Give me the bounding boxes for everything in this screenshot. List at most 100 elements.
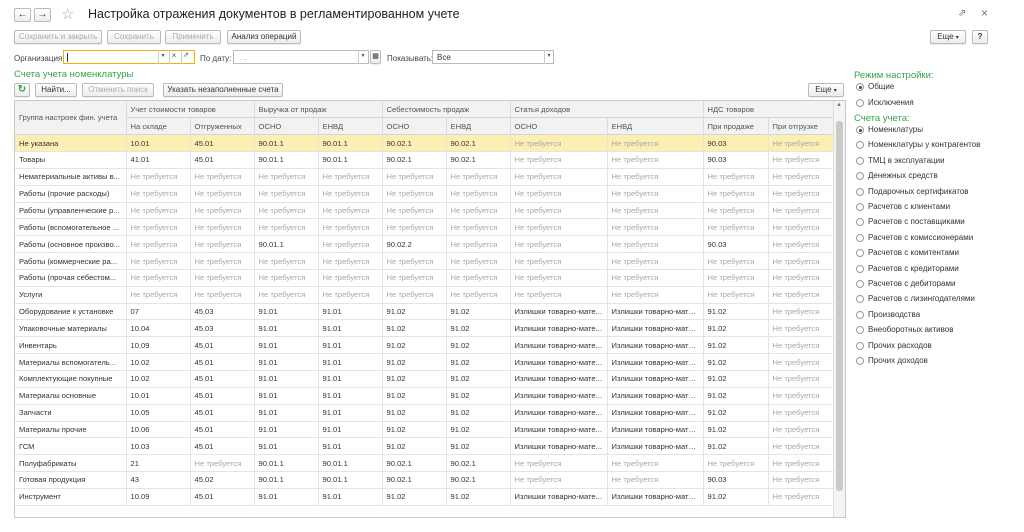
account-cell[interactable]: Не требуется (126, 235, 191, 254)
account-cell[interactable]: Не требуется (768, 134, 835, 153)
accounts-radio[interactable] (856, 264, 864, 273)
table-row[interactable]: ГСМ 10.03 45.01 91.01 91.01 91.02 91.02 Излишки… (15, 437, 835, 456)
account-cell[interactable]: Не требуется (318, 269, 383, 287)
account-cell[interactable]: 45.01 (190, 134, 255, 153)
accounts-radio[interactable] (856, 233, 864, 242)
accounts-option-label[interactable]: Расчетов с дебиторами (868, 279, 955, 288)
table-row[interactable]: Товары 41.01 45.01 90.01.1 90.01.1 90.02.1 90.… (15, 151, 835, 169)
account-cell[interactable]: Не требуется (703, 454, 769, 473)
column-header[interactable]: ЕНВД (607, 117, 704, 136)
account-cell[interactable]: 10.04 (126, 319, 191, 338)
account-cell[interactable]: Излишки товарно-мате... (510, 437, 608, 456)
account-cell[interactable]: Излишки товарно-мате... (607, 336, 704, 355)
account-cell[interactable]: Не требуется (318, 252, 383, 270)
account-cell[interactable]: 91.02 (446, 353, 511, 371)
account-cell[interactable]: Не требуется (446, 252, 511, 270)
account-cell[interactable]: 90.02.1 (446, 471, 511, 489)
account-cell[interactable]: 10.01 (126, 134, 191, 153)
back-button[interactable]: ← (14, 8, 31, 22)
accounts-radio[interactable] (856, 126, 864, 134)
table-row[interactable]: Нематериальные активы в... Не требуется Не… (15, 168, 835, 186)
account-cell[interactable]: 91.02 (703, 387, 769, 405)
account-cell[interactable]: Не требуется (382, 286, 447, 304)
accounts-option-label[interactable]: Номенклатуры (868, 125, 923, 134)
account-cell[interactable]: 45.01 (190, 421, 255, 439)
account-cell[interactable]: 91.01 (318, 387, 383, 405)
account-cell[interactable]: 45.01 (190, 353, 255, 371)
account-cell[interactable]: Не требуется (510, 151, 608, 169)
account-cell[interactable]: 91.02 (446, 488, 511, 506)
account-cell[interactable]: Не требуется (382, 168, 447, 186)
account-cell[interactable]: 45.01 (190, 387, 255, 405)
account-cell[interactable]: 91.01 (318, 421, 383, 439)
account-cell[interactable]: 45.01 (190, 336, 255, 355)
account-cell[interactable]: Не требуется (318, 185, 383, 203)
calendar-icon[interactable]: ▦ (370, 50, 381, 64)
account-cell[interactable]: Не требуется (446, 218, 511, 237)
settings_mode-option-label[interactable]: Исключения (868, 98, 914, 107)
cancel-search-button[interactable]: Отменить поиск (82, 83, 154, 97)
account-cell[interactable]: 90.03 (703, 134, 769, 153)
table-row[interactable]: Работы (управленческие р... Не требуется Н… (15, 202, 835, 220)
account-cell[interactable]: Не требуется (126, 252, 191, 270)
accounts-table[interactable]: Группа настроек фин. учета Учет стоимост… (14, 100, 846, 518)
column-header[interactable]: При отгрузке (768, 117, 835, 136)
account-cell[interactable]: Не требуется (607, 252, 704, 270)
table-row[interactable]: Материалы основные 10.01 45.01 91.01 91.01 91… (15, 387, 835, 405)
group-cell[interactable]: Услуги (15, 286, 127, 304)
table-row[interactable]: Инвентарь 10.09 45.01 91.01 91.01 91.02 91.02 И… (15, 336, 835, 355)
settings_mode-radio[interactable] (856, 98, 864, 107)
account-cell[interactable]: 90.03 (703, 235, 769, 254)
account-cell[interactable]: Не требуется (382, 269, 447, 287)
account-cell[interactable]: 91.02 (382, 387, 447, 405)
account-cell[interactable]: Не требуется (607, 286, 704, 304)
account-cell[interactable]: Не требуется (318, 286, 383, 304)
account-cell[interactable]: Не требуется (510, 471, 608, 489)
account-cell[interactable]: 10.01 (126, 387, 191, 405)
account-cell[interactable]: 91.02 (382, 488, 447, 506)
account-cell[interactable]: Не требуется (607, 151, 704, 169)
account-cell[interactable]: Не требуется (768, 404, 835, 422)
table-row[interactable]: Комплектующие покупные 10.02 45.01 91.01 91.… (15, 370, 835, 388)
scrollbar-thumb[interactable] (836, 121, 843, 491)
scroll-up-icon[interactable]: ▲ (836, 102, 842, 108)
account-cell[interactable]: Не требуется (607, 218, 704, 237)
table-row[interactable]: Не указана 10.01 45.01 90.01.1 90.01.1 90.02.… (15, 134, 835, 153)
account-cell[interactable]: Не требуется (703, 286, 769, 304)
account-cell[interactable]: Не требуется (607, 202, 704, 220)
account-cell[interactable]: Не требуется (190, 218, 255, 237)
account-cell[interactable]: 91.02 (446, 421, 511, 439)
accounts-radio[interactable] (856, 341, 864, 350)
group-cell[interactable]: Готовая продукция (15, 471, 127, 489)
account-cell[interactable]: 91.01 (254, 437, 319, 456)
account-cell[interactable]: 91.01 (254, 370, 319, 388)
account-cell[interactable]: Не требуется (254, 168, 319, 186)
show-unfilled-button[interactable]: Указать незаполненные счета (163, 83, 283, 97)
accounts-radio[interactable] (856, 187, 864, 196)
account-cell[interactable]: Не требуется (382, 202, 447, 220)
account-cell[interactable]: Не требуется (768, 319, 835, 338)
group-cell[interactable]: Не указана (15, 134, 127, 153)
account-cell[interactable]: 90.01.1 (318, 151, 383, 169)
settings_mode-option-label[interactable]: Общие (868, 82, 894, 91)
account-cell[interactable]: 91.02 (703, 319, 769, 338)
account-cell[interactable]: 45.03 (190, 319, 255, 338)
account-cell[interactable]: 91.01 (254, 404, 319, 422)
accounts-option-label[interactable]: Прочих доходов (868, 356, 928, 365)
account-cell[interactable]: 45.02 (190, 471, 255, 489)
account-cell[interactable]: Не требуется (768, 235, 835, 254)
account-cell[interactable]: Не требуется (607, 454, 704, 473)
account-cell[interactable]: Излишки товарно-мате... (607, 353, 704, 371)
account-cell[interactable]: Не требуется (768, 471, 835, 489)
more-menu-button[interactable]: Еще ▾ (930, 30, 966, 44)
group-cell[interactable]: Комплектующие покупные (15, 370, 127, 388)
account-cell[interactable]: Не требуется (190, 235, 255, 254)
account-cell[interactable]: Не требуется (703, 168, 769, 186)
account-cell[interactable]: Излишки товарно-мате... (607, 437, 704, 456)
account-cell[interactable]: 91.02 (703, 336, 769, 355)
table-row[interactable]: Работы (вспомогательное ... Не требуется Н… (15, 218, 835, 237)
account-cell[interactable]: Излишки товарно-мате... (607, 404, 704, 422)
account-cell[interactable]: Не требуется (126, 185, 191, 203)
table-row[interactable]: Инструмент 10.09 45.01 91.01 91.01 91.02 91.02… (15, 488, 835, 506)
account-cell[interactable]: 91.01 (254, 319, 319, 338)
